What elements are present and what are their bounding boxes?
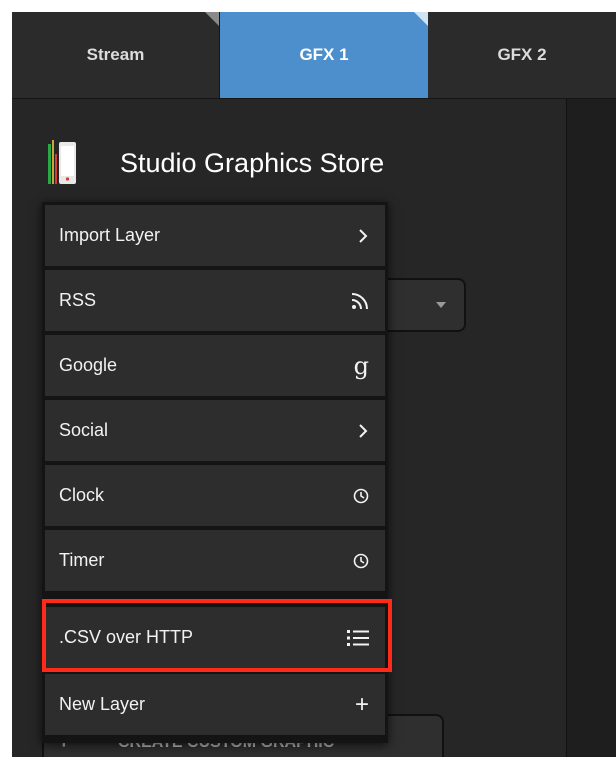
menu-item-label: Clock — [59, 485, 105, 505]
menu-item-social[interactable]: Social — [45, 400, 385, 461]
menu-item-label: Google — [59, 355, 118, 375]
menu-item-clock[interactable]: Clock — [45, 465, 385, 526]
tab-stream[interactable]: Stream — [12, 12, 220, 98]
tab-label: GFX 2 — [497, 45, 547, 64]
tab-corner-marker — [414, 12, 428, 26]
google-icon: g — [353, 351, 369, 380]
menu-item-google[interactable]: Google g — [45, 335, 385, 396]
tab-label: Stream — [86, 45, 145, 64]
tab-gfx1[interactable]: GFX 1 — [220, 12, 428, 98]
caret-down-icon — [436, 302, 446, 308]
menu-item-label: RSS — [59, 290, 97, 310]
menu-item-label: Timer — [59, 550, 105, 570]
tab-bar: Stream GFX 1 GFX 2 — [12, 12, 616, 99]
app-window: Stream GFX 1 GFX 2 Studio Graphics Store… — [12, 12, 616, 757]
menu-item-import-layer[interactable]: Import Layer — [45, 205, 385, 266]
side-panel — [567, 99, 616, 757]
menu-item-label: Import Layer — [59, 225, 161, 245]
tab-label: GFX 1 — [299, 45, 349, 64]
menu-item-label: Social — [59, 420, 109, 440]
tab-gfx2[interactable]: GFX 2 — [428, 12, 616, 98]
plus-icon: + — [354, 690, 369, 718]
chevron-right-icon — [357, 228, 369, 244]
tab-corner-marker — [205, 12, 219, 26]
rss-icon — [351, 292, 369, 310]
menu-item-new-layer[interactable]: New Layer + — [45, 674, 385, 735]
clock-icon — [353, 553, 369, 569]
menu-item-rss[interactable]: RSS — [45, 270, 385, 331]
store-icon — [48, 140, 76, 184]
clock-icon — [353, 488, 369, 504]
menu-item-label: New Layer — [59, 694, 146, 714]
chevron-right-icon — [357, 423, 369, 439]
menu-item-timer[interactable]: Timer — [45, 530, 385, 591]
highlight-box — [42, 599, 392, 672]
store-title: Studio Graphics Store — [120, 148, 385, 178]
